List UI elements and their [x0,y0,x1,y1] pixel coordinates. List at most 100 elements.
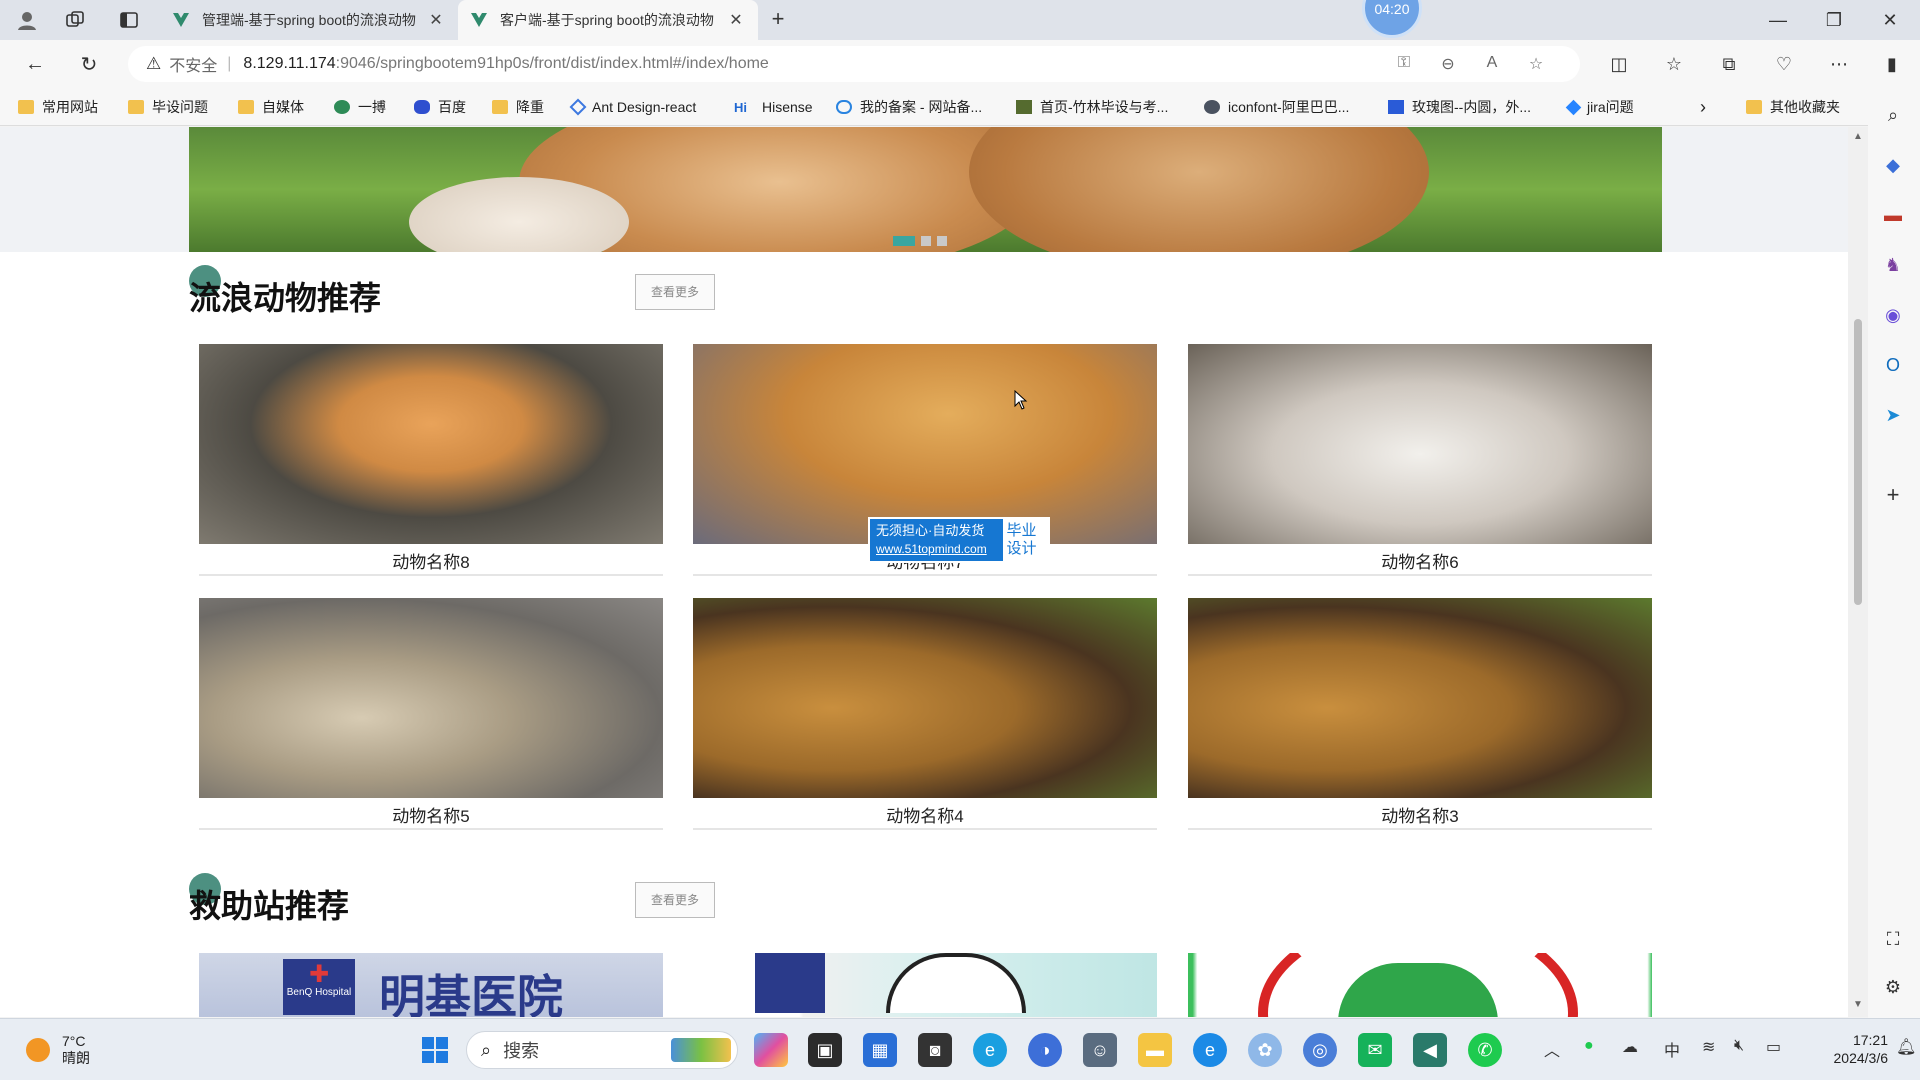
station-card[interactable]: ✚ BenQ Hospital 明基医院 [199,953,663,1017]
read-aloud-icon[interactable]: A [1478,54,1506,74]
tab-admin[interactable]: 管理端-基于spring boot的流浪动物 ✕ [160,0,458,40]
wechat-icon[interactable]: ✆ [1468,1033,1502,1067]
favorite-star-icon[interactable]: ☆ [1522,54,1550,74]
animal-photo[interactable] [199,598,663,798]
chevron-right-icon[interactable]: › [1700,97,1706,117]
toolbox-icon[interactable]: ▬ [1880,202,1906,228]
bookmark-item[interactable]: 我的备案 - 网站备... [836,97,982,117]
station-photo[interactable] [1188,953,1652,1017]
animal-photo[interactable] [693,344,1157,544]
file-explorer-icon[interactable]: ▬ [1138,1033,1172,1067]
bookmark-item[interactable]: Hi Hisense [734,97,813,117]
animal-card[interactable]: 动物名称8 [199,344,663,576]
copilot-icon[interactable]: ◉ [1880,302,1906,328]
profile-icon[interactable] [12,6,42,34]
animal-card[interactable]: 动物名称3 [1188,598,1652,830]
bookmark-item[interactable]: iconfont-阿里巴巴... [1204,97,1349,117]
windows-start-icon[interactable] [418,1033,452,1067]
carousel-dot[interactable] [937,236,947,246]
edge-icon[interactable]: e [973,1033,1007,1067]
shopping-tag-icon[interactable]: ◆ [1880,152,1906,178]
carousel-dot[interactable] [921,236,931,246]
onedrive-icon[interactable]: ☁ [1622,1037,1638,1057]
collections-icon[interactable]: ⧉ [1712,48,1746,80]
bookmark-item[interactable]: 常用网站 [18,97,98,117]
ie-icon[interactable]: e [1193,1033,1227,1067]
search-icon[interactable]: ⌕ [1880,102,1906,128]
station-card[interactable] [1188,953,1652,1017]
view-more-button[interactable]: 查看更多 [635,882,715,918]
animal-photo[interactable] [1188,344,1652,544]
bookmark-item[interactable]: Ant Design-react [569,97,696,117]
task-view-icon[interactable]: ▣ [808,1033,842,1067]
bookmark-item[interactable]: 降重 [492,97,544,117]
address-bar[interactable]: ⚠ 不安全 | 8.129.11.174 :9046/springbootem9… [128,46,1580,82]
back-button[interactable]: ← [18,48,52,80]
bookmark-item[interactable]: 百度 [414,97,466,117]
animal-photo[interactable] [1188,598,1652,798]
hero-carousel[interactable] [189,127,1662,252]
weather-widget[interactable]: 7°C 晴朗 [26,1033,90,1067]
animal-card[interactable]: 动物名称4 [693,598,1157,830]
station-photo[interactable] [741,953,1157,1017]
view-more-button[interactable]: 查看更多 [635,274,715,310]
refresh-button[interactable]: ↻ [72,48,106,80]
games-icon[interactable]: ♞ [1880,252,1906,278]
sidebar-toggle-icon[interactable]: ▮ [1875,48,1909,80]
gear-icon[interactable]: ⚙ [1880,974,1906,1000]
screenshot-icon[interactable]: ⛶ [1880,926,1906,952]
camera-app-icon[interactable]: ◙ [918,1033,952,1067]
carousel-dot[interactable] [893,236,915,246]
volume-muted-icon[interactable]: 🔇︎ [1734,1037,1744,1055]
bookmark-item[interactable]: jira问题 [1565,97,1634,117]
mail-app-icon[interactable]: ✉ [1358,1033,1392,1067]
animal-photo[interactable] [199,344,663,544]
new-tab-button[interactable]: + [763,6,793,34]
animal-card[interactable]: 动物名称6 [1188,344,1652,576]
ime-indicator[interactable]: 中 [1664,1037,1680,1061]
send-icon[interactable]: ➤ [1880,402,1906,428]
bookmark-item[interactable]: 玫瑰图--内圆，外... [1388,97,1531,117]
system-clock[interactable]: 17:21 2024/3/6 [1826,1031,1889,1067]
other-bookmarks[interactable]: 其他收藏夹 [1746,97,1840,117]
outlook-icon[interactable]: O [1880,352,1906,378]
workspaces-icon[interactable] [60,6,90,34]
favorites-icon[interactable]: ☆ [1657,48,1691,80]
person-app-icon[interactable]: ☺ [1083,1033,1117,1067]
scrollbar-thumb[interactable] [1854,319,1862,605]
notification-bell-icon[interactable]: 🔔︎ [1896,1037,1916,1057]
minimize-button[interactable]: — [1750,0,1806,40]
bookmark-item[interactable]: 自媒体 [238,97,304,117]
taskbar-search[interactable]: ⌕ 搜索 [466,1031,738,1069]
vertical-scrollbar[interactable]: ▲ ▼ [1848,127,1868,1017]
battery-icon[interactable]: ▭ [1766,1037,1781,1057]
zoom-icon[interactable]: ⊖ [1434,54,1462,74]
bookmark-item[interactable]: 首页-竹林毕设与考... [1016,97,1168,117]
close-icon[interactable]: ✕ [726,10,746,30]
assistant-icon[interactable]: ◑ [1028,1033,1062,1067]
store-icon[interactable]: ▦ [863,1033,897,1067]
wechat-tray-icon[interactable]: ● [1584,1037,1594,1055]
animal-photo[interactable] [693,598,1157,798]
more-menu-icon[interactable]: ⋯ [1822,48,1856,80]
wifi-icon[interactable]: ≋ [1702,1037,1715,1057]
close-window-button[interactable]: ✕ [1862,0,1918,40]
vertical-tabs-icon[interactable] [114,6,144,34]
chrome-icon[interactable]: ◎ [1303,1033,1337,1067]
scroll-down-icon[interactable]: ▼ [1852,999,1864,1010]
split-screen-icon[interactable]: ◫ [1602,48,1636,80]
key-icon[interactable]: ⚿ [1390,54,1418,74]
browser-essentials-icon[interactable]: ♡ [1767,48,1801,80]
close-icon[interactable]: ✕ [426,10,446,30]
copilot-icon[interactable] [754,1033,788,1067]
station-photo[interactable]: ✚ BenQ Hospital 明基医院 [199,953,663,1017]
chatgpt-icon[interactable]: ✿ [1248,1033,1282,1067]
animal-card[interactable]: 动物名称5 [199,598,663,830]
bookmark-item[interactable]: 毕设问题 [128,97,208,117]
add-sidebar-app-icon[interactable]: + [1880,482,1906,508]
chevron-up-icon[interactable]: ︿ [1544,1037,1560,1061]
tab-client[interactable]: 客户端-基于spring boot的流浪动物 ✕ [458,0,758,40]
bookmark-item[interactable]: 一搏 [334,97,386,117]
restore-button[interactable]: ❐ [1806,0,1862,40]
scroll-up-icon[interactable]: ▲ [1852,131,1864,142]
